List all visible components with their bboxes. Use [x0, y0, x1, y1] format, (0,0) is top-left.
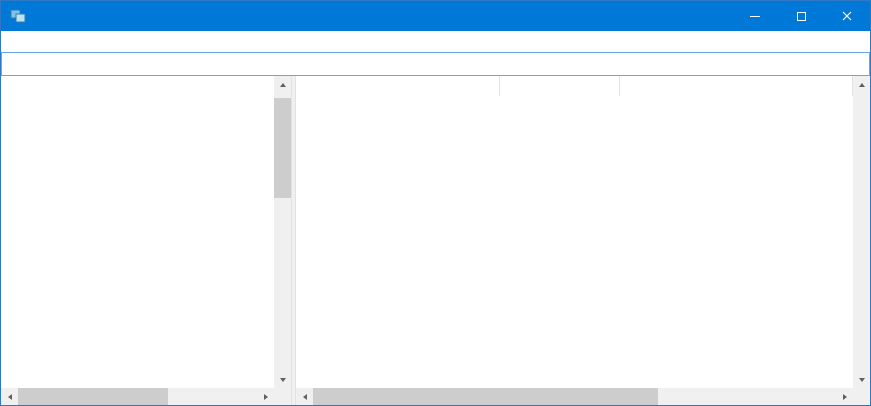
column-header-type[interactable]	[500, 76, 620, 96]
maximize-icon	[797, 12, 806, 21]
menu-bar	[1, 31, 870, 52]
list-horizontal-scrollbar[interactable]	[296, 388, 853, 405]
address-input[interactable]	[1, 52, 870, 76]
registry-tree-pane	[1, 76, 291, 405]
close-button[interactable]	[824, 1, 870, 31]
horizontal-scroll-thumb[interactable]	[313, 388, 658, 405]
values-list	[296, 96, 853, 388]
tree-vertical-scrollbar[interactable]	[274, 76, 291, 388]
list-column-headers	[296, 76, 853, 96]
arrow-right-icon	[843, 394, 847, 400]
arrow-up-icon	[859, 83, 865, 87]
minimize-button[interactable]	[732, 1, 778, 31]
close-icon	[842, 11, 852, 21]
arrow-left-icon	[303, 394, 307, 400]
title-bar[interactable]	[1, 1, 870, 31]
scroll-up-button[interactable]	[853, 76, 870, 93]
main-area	[1, 76, 870, 405]
window-controls	[732, 1, 870, 31]
values-list-pane	[296, 76, 870, 405]
arrow-down-icon	[859, 378, 865, 382]
arrow-left-icon	[8, 394, 12, 400]
maximize-button[interactable]	[778, 1, 824, 31]
regedit-window	[0, 0, 871, 406]
scroll-down-button[interactable]	[274, 371, 291, 388]
list-vertical-scrollbar[interactable]	[853, 76, 870, 388]
scroll-right-button[interactable]	[836, 388, 853, 405]
scrollbar-corner	[274, 388, 291, 405]
scroll-left-button[interactable]	[296, 388, 313, 405]
scrollbar-corner	[853, 388, 870, 405]
scroll-right-button[interactable]	[257, 388, 274, 405]
vertical-scroll-thumb[interactable]	[274, 98, 291, 198]
arrow-right-icon	[264, 394, 268, 400]
arrow-up-icon	[280, 83, 286, 87]
horizontal-scroll-thumb[interactable]	[18, 388, 168, 405]
column-header-value[interactable]	[620, 76, 853, 96]
registry-tree	[1, 76, 274, 388]
scroll-left-button[interactable]	[1, 388, 18, 405]
registry-app-icon	[10, 8, 26, 24]
minimize-icon	[750, 16, 760, 17]
column-header-name[interactable]	[296, 76, 500, 96]
arrow-down-icon	[280, 378, 286, 382]
scroll-up-button[interactable]	[274, 76, 291, 93]
tree-horizontal-scrollbar[interactable]	[1, 388, 274, 405]
scroll-down-button[interactable]	[853, 371, 870, 388]
